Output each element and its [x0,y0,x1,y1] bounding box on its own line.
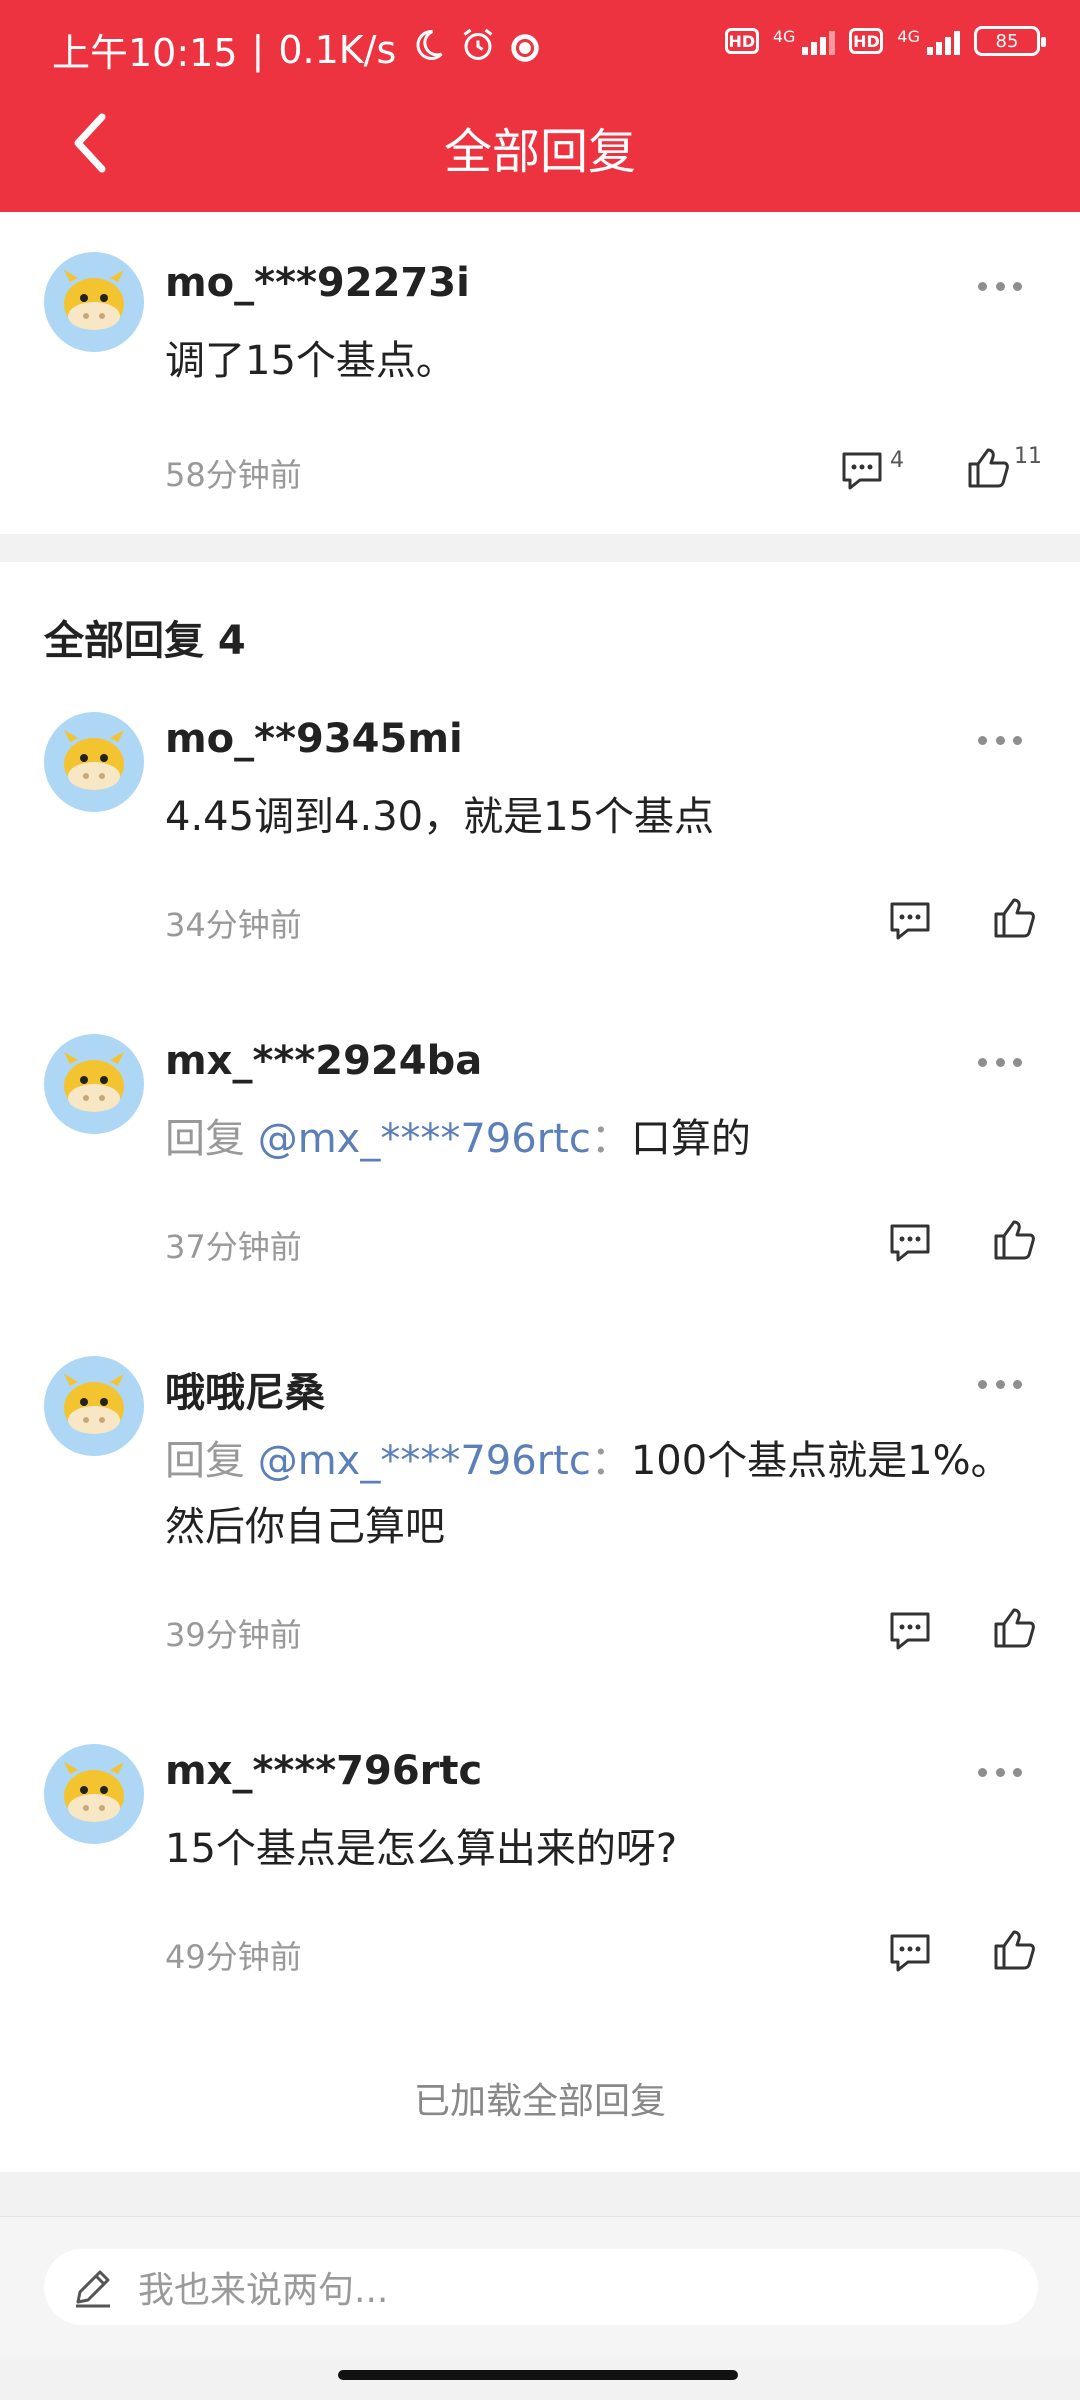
hd-badge: HD [724,28,759,54]
reply-text: 15个基点是怎么算出来的呀? [165,1816,1045,1882]
comment-icon[interactable] [884,894,936,946]
alarm-icon [460,27,496,72]
reply-body: 4.45调到4.30，就是15个基点 [165,794,715,840]
avatar[interactable] [44,712,144,812]
reply-body: 口算的 [630,1116,751,1162]
signal-icon-2: 4G [897,27,960,55]
signal-icon: 4G [773,27,836,55]
like-icon[interactable] [988,1602,1040,1654]
avatar[interactable] [44,1034,144,1134]
reply-time: 39分钟前 [165,1616,302,1654]
more-icon[interactable] [978,1380,1022,1392]
more-icon[interactable] [978,736,1022,748]
battery-level: 85 [995,30,1019,52]
comment-text: 调了15个基点。 [165,338,456,384]
home-indicator[interactable] [338,2370,738,2380]
page-title: 全部回复 [443,124,636,180]
cow-avatar-icon [64,1052,124,1112]
reply-text: 回复 @mx_****796rtc：100个基点就是1%。然后你自己算吧 [165,1428,1045,1560]
username[interactable]: mo_**9345mi [165,716,463,762]
reply-separator: ： [590,1438,631,1484]
cow-avatar-icon [64,1374,124,1434]
username[interactable]: 哦哦尼桑 [165,1360,325,1418]
avatar[interactable] [44,252,144,352]
like-icon[interactable] [988,1214,1040,1266]
reply-body: 15个基点是怎么算出来的呀? [165,1826,678,1872]
hd-badge-2: HD [849,28,884,54]
avatar[interactable] [44,1744,144,1844]
reply-prefix: 回复 [165,1116,258,1162]
username[interactable]: mx_****796rtc [165,1748,482,1794]
status-time: 上午10:15 [52,31,238,75]
status-left: 上午10:15 | 0.1K/s [52,22,540,77]
bottom-input-bar: 我也来说两句... [0,2216,1080,2356]
username[interactable]: mo_***92273i [165,260,470,306]
replies-panel: 全部回复 4 mo_**9345mi 4.45调到4.30，就是15个基点 34… [0,562,1080,2172]
avatar[interactable] [44,1356,144,1456]
reply-time: 37分钟前 [165,1228,302,1266]
cow-avatar-icon [64,1762,124,1822]
main-comment: mo_***92273i 调了15个基点。 58分钟前 4 11 [0,212,1080,534]
reply-text: 回复 @mx_****796rtc：口算的 [165,1106,1045,1172]
comment-icon[interactable] [884,1926,936,1978]
like-icon[interactable] [988,892,1040,944]
separator [0,534,1080,562]
mention-link[interactable]: @mx_****796rtc [258,1438,591,1484]
comment-icon[interactable] [884,1604,936,1656]
reply-text: 4.45调到4.30，就是15个基点 [165,784,1045,850]
comment-time: 58分钟前 [165,456,302,494]
app-header: 上午10:15 | 0.1K/s HD 4G HD 4G 85 全部回复 [0,0,1080,212]
cow-avatar-icon [64,270,124,330]
moon-icon [410,27,446,72]
app-notification-icon [510,28,540,72]
like-icon[interactable] [962,442,1014,494]
comment-input[interactable]: 我也来说两句... [44,2249,1038,2325]
battery-icon: 85 [974,26,1046,56]
input-placeholder: 我也来说两句... [138,2270,389,2311]
mention-link[interactable]: @mx_****796rtc [258,1116,591,1162]
more-icon[interactable] [978,1058,1022,1070]
all-loaded-text: 已加载全部回复 [413,2081,666,2122]
status-right: HD 4G HD 4G 85 [724,26,1046,56]
like-count: 11 [1014,444,1042,469]
status-divider: | [251,27,265,72]
status-speed: 0.1K/s [278,27,397,72]
replies-title: 全部回复 4 [44,618,246,664]
reply-prefix: 回复 [165,1438,258,1484]
comment-icon[interactable] [884,1216,936,1268]
status-bar: 上午10:15 | 0.1K/s HD 4G HD 4G 85 [0,0,1080,100]
username[interactable]: mx_***2924ba [165,1038,482,1084]
comment-icon[interactable] [836,444,888,496]
more-icon[interactable] [978,1768,1022,1780]
more-icon[interactable] [978,282,1022,294]
pencil-icon [76,2270,110,2308]
like-icon[interactable] [988,1924,1040,1976]
comment-count: 4 [890,448,904,473]
reply-time: 49分钟前 [165,1938,302,1976]
reply-separator: ： [590,1116,631,1162]
reply-time: 34分钟前 [165,906,302,944]
cow-avatar-icon [64,730,124,790]
